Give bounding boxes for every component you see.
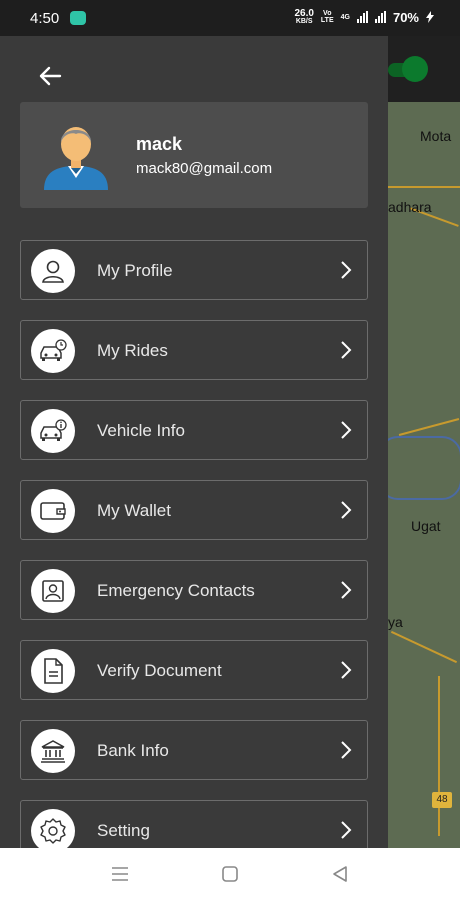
menu-item-label: Verify Document	[97, 661, 222, 680]
menu-item-my-wallet[interactable]: My Wallet	[20, 480, 368, 540]
avatar	[44, 127, 108, 190]
wallet-icon	[31, 489, 75, 533]
signal-icon	[356, 11, 368, 23]
navigation-drawer: mack mack80@gmail.com My Profile My Ride…	[0, 36, 388, 860]
menu-item-label: My Profile	[97, 261, 173, 280]
back-button[interactable]	[32, 58, 68, 94]
online-toggle-knob[interactable]	[402, 56, 428, 82]
chevron-right-icon	[341, 581, 352, 599]
system-navigation-bar	[0, 848, 460, 900]
menu-item-label: Setting	[97, 821, 150, 840]
chevron-right-icon	[341, 261, 352, 279]
profile-card[interactable]: mack mack80@gmail.com	[20, 102, 368, 208]
chevron-right-icon	[341, 821, 352, 839]
volte-indicator: Vo LTE	[320, 10, 334, 24]
home-button[interactable]	[218, 862, 242, 886]
menu-item-label: Bank Info	[97, 741, 169, 760]
car-history-icon	[31, 329, 75, 373]
chevron-right-icon	[341, 741, 352, 759]
menu-item-label: Vehicle Info	[97, 421, 185, 440]
map-header	[388, 36, 460, 102]
highway-badge: 48	[432, 792, 452, 808]
menu-item-my-profile[interactable]: My Profile	[20, 240, 368, 300]
user-name: mack	[136, 134, 183, 154]
menu-lines-icon	[112, 867, 128, 881]
map-place-label: ya	[388, 614, 403, 630]
chevron-right-icon	[341, 501, 352, 519]
menu-item-verify-document[interactable]: Verify Document	[20, 640, 368, 700]
triangle-back-icon	[333, 866, 347, 882]
map-road	[438, 676, 440, 836]
recent-apps-button[interactable]	[108, 862, 132, 886]
charging-icon	[426, 11, 434, 23]
map-road	[398, 418, 460, 436]
signal-icon-2	[374, 11, 386, 23]
menu-item-bank-info[interactable]: Bank Info	[20, 720, 368, 780]
map-place-label: Ugat	[411, 518, 441, 534]
user-email: mack80@gmail.com	[136, 160, 273, 177]
chevron-right-icon	[341, 661, 352, 679]
battery-level: 70%	[392, 9, 419, 25]
map-view[interactable]: Mota adhara Ugat ya 48	[378, 36, 460, 848]
map-place-label: adhara	[388, 199, 432, 215]
menu-item-my-rides[interactable]: My Rides	[20, 320, 368, 380]
map-road	[390, 630, 458, 664]
contact-card-icon	[31, 569, 75, 613]
status-bar: 4:50 26.0 KB/S Vo LTE 4G 70%	[0, 0, 460, 36]
menu-item-vehicle-info[interactable]: Vehicle Info	[20, 400, 368, 460]
menu-item-emergency-contacts[interactable]: Emergency Contacts	[20, 560, 368, 620]
chevron-right-icon	[341, 421, 352, 439]
car-info-icon	[31, 409, 75, 453]
menu-item-label: My Rides	[97, 341, 168, 360]
chat-notification-icon	[70, 11, 86, 25]
menu-item-label: Emergency Contacts	[97, 581, 255, 600]
map-place-label: Mota	[420, 128, 452, 144]
chevron-right-icon	[341, 341, 352, 359]
map-river	[378, 436, 460, 500]
gear-icon	[31, 809, 75, 853]
clock: 4:50	[30, 10, 60, 27]
network-speed: 26.0 KB/S	[294, 8, 314, 26]
map-road	[388, 186, 460, 188]
arrow-left-icon	[39, 66, 62, 86]
bank-icon	[31, 729, 75, 773]
document-icon	[31, 649, 75, 693]
square-icon	[222, 866, 238, 882]
network-type: 4G	[340, 13, 350, 21]
menu-item-label: My Wallet	[97, 501, 171, 520]
system-back-button[interactable]	[328, 862, 352, 886]
user-icon	[31, 249, 75, 293]
